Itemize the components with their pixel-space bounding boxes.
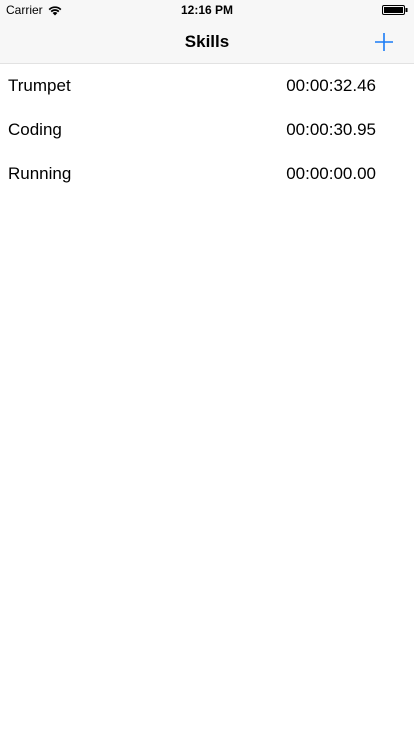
app-screen: Carrier 12:16 PM Skills Trumpet 00:00:32… <box>0 0 414 736</box>
skill-name: Coding <box>8 120 62 139</box>
skill-row[interactable]: Coding 00:00:30.95 <box>0 108 414 152</box>
status-bar: Carrier 12:16 PM <box>0 0 414 20</box>
skill-row[interactable]: Running 00:00:00.00 <box>0 152 414 196</box>
skill-name: Running <box>8 164 72 183</box>
skill-time: 00:00:30.95 <box>286 120 376 139</box>
skill-time: 00:00:32.46 <box>286 76 376 95</box>
page-title: Skills <box>184 32 230 51</box>
add-skill-button[interactable] <box>368 26 400 58</box>
plus-icon <box>375 33 393 51</box>
status-time: 12:16 PM <box>180 3 234 17</box>
skill-row[interactable]: Trumpet 00:00:32.46 <box>0 64 414 108</box>
top-bars: Carrier 12:16 PM Skills <box>0 0 414 64</box>
battery-icon <box>382 5 408 15</box>
navigation-bar: Skills <box>0 20 414 64</box>
skill-name: Trumpet <box>8 76 71 95</box>
skill-time: 00:00:00.00 <box>286 164 376 183</box>
skills-list: Trumpet 00:00:32.46 Coding 00:00:30.95 R… <box>0 64 414 196</box>
